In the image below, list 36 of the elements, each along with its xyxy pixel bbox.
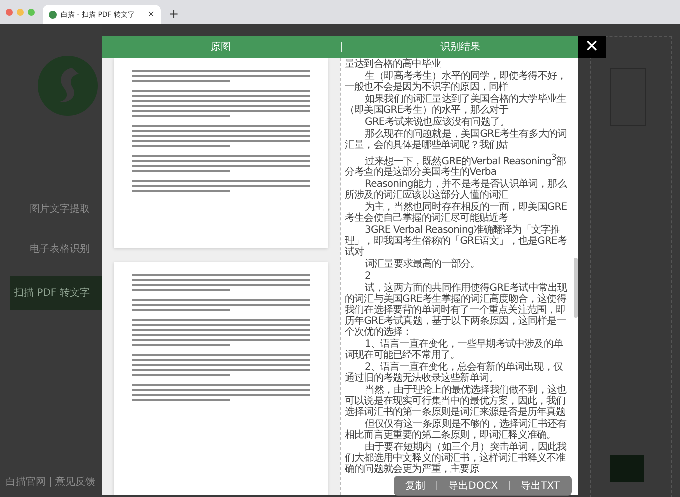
new-tab-button[interactable]: + [161,7,188,24]
toolbar-divider: | [436,481,439,492]
result-paragraph: 当然，由于理论上的最优选择我们做不到，这也可以说是在现实可行集当中的最优方案，因此，我们选择词汇书的第一条原则是词汇来源是否是历年真题 [345,385,568,418]
result-paragraph: 2 [364,271,372,282]
result-paragraph: 那么现在的问题就是，美国GRE考生有多大的词汇量，会的具体是哪些单词呢？我们姑 [345,129,568,151]
result-paragraph: 1、语言一直在变化，一些早期考试中涉及的单词现在可能已经不常用了。 [345,339,564,362]
logo-icon [38,56,98,116]
result-paragraph: 3GRE Verbal Reasoning准确翻译为「文字推理」，即我国考生俗称的「GRE语文」，也是GRE考试对 [345,225,568,258]
footer-links: 白描官网 | 意见反馈 [6,476,96,489]
column-title: 识别结果 [440,40,482,54]
favicon-icon [49,10,57,18]
toolbar-divider: | [508,481,512,492]
close-tab-button[interactable]: × [147,10,155,20]
action-button[interactable]: 导出TXT [517,479,564,494]
result-paragraph: 试，这两方面的共同作用使得GRE考试中常出现的词汇与美国GRE考生掌握的词汇高度吻合，这使得我们在选择要背的单词时有了一个重点关注范围，即历年GRE考试真题，基于以下两条原因，这同样是一个次优的选择： [345,283,568,338]
result-paragraph: 2、语言一直在变化，总会有新的单词出现，仅通过旧的考题无法收录这些新单词。 [345,362,564,384]
result-paragraph: Reasoning能力，并不是考是否认识单词，那么所涉及的词汇应该以这部分人懂的词汇 [345,179,568,202]
result-paragraph: 过来想一下，既然GRE的Verbal Reasoning$^{3}$部分考查的是这部分美国考生的Verba [345,152,568,178]
sidebar-item[interactable]: 电子表格识别 [0,236,102,262]
result-paragraph: 量达到合格的高中毕业 [345,59,442,70]
result-paragraph: 生（即高考考生）水平的同学，即使考得不好，一般也不会是因为不识字的原因，同样 [345,71,568,93]
result-paragraph: 如果我们的词汇量达到了美国合格的大学毕业生（即美国GRE考生）的水平，那么对于 [345,94,568,116]
result-paragraph: 由于要在短期内（如三个月）突击单词，因此我们大都选用中文释义的词汇书，这样词汇书释义不准确的问题就会更为严重，主要原 [345,442,568,476]
sidebar-item[interactable]: 图片文字提取 [0,196,102,222]
action-bar-background [610,455,644,482]
result-paragraph: 词汇量要求最高的一部分。 [364,259,482,270]
action-button[interactable]: 复制 [402,479,430,494]
column-title: 原图 [210,41,232,54]
scrollbar-thumb[interactable] [574,258,578,318]
close-button[interactable]: ✕ [578,36,606,58]
sidebar-item[interactable]: 扫描 PDF 转文字 [10,276,102,310]
result-paragraph: GRE考试来说也应该没有问题了。 [364,117,511,128]
result-paragraph: 为主，当然也同时存在相反的一面，即美国GRE考生会使自己掌握的词汇尽可能贴近考 [345,202,568,224]
result-paragraph: 但仅仅有这一条原则是不够的，选择词汇书还有相比而言更重要的第二条原则，即词汇释义准确。 [345,419,568,442]
action-button[interactable]: 导出DOCX [444,479,502,494]
header-divider: | [340,42,344,52]
